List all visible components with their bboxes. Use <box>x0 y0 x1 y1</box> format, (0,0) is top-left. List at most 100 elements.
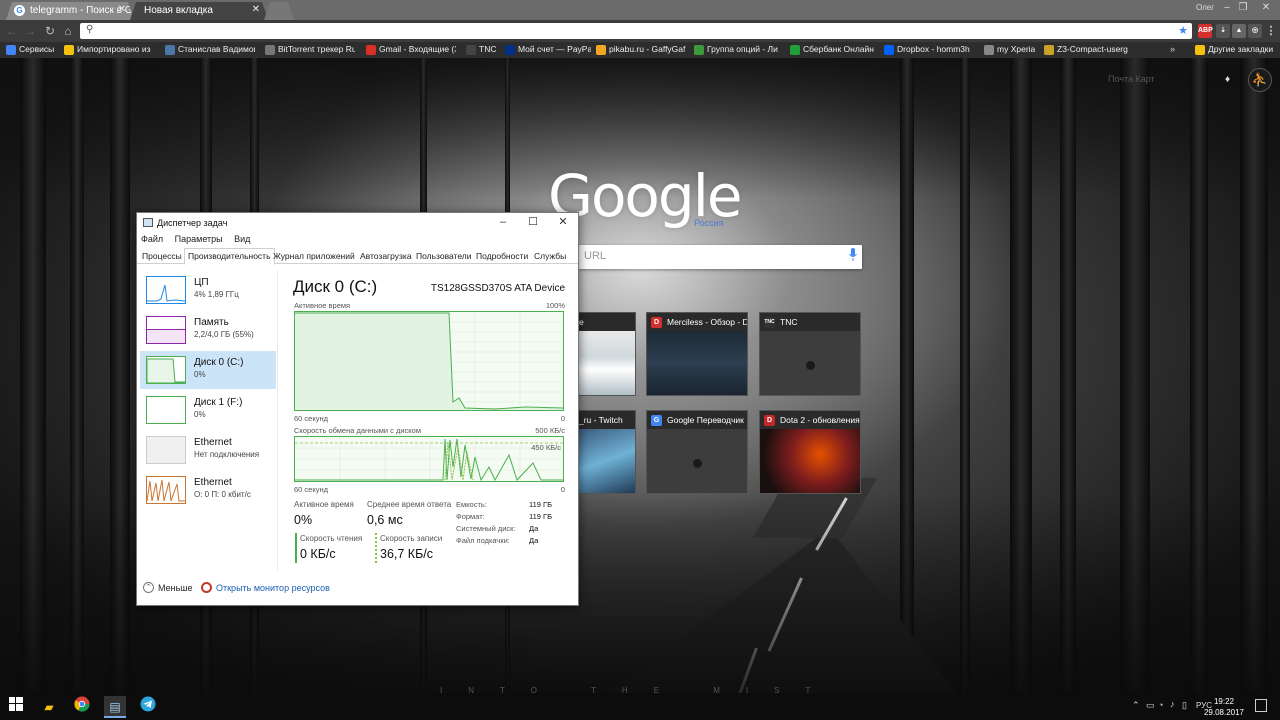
back-icon[interactable]: ← <box>4 23 20 39</box>
disk-model: TS128GSSD370S ATA Device <box>430 283 565 294</box>
notification-center-icon[interactable] <box>1255 699 1267 712</box>
ethernet2-mini-graph <box>146 476 186 504</box>
tab-users[interactable]: Пользователи <box>413 250 474 264</box>
most-visited-tile[interactable]: G Google Переводчик <box>646 410 748 494</box>
bookmark-options-group[interactable]: Группа опций - Ли <box>694 44 780 57</box>
maximize-icon[interactable]: ☐ <box>519 214 547 230</box>
resource-value: 2,2/4,0 ГБ (55%) <box>194 330 254 339</box>
disk0-mini-graph <box>146 356 186 384</box>
tab-startup[interactable]: Автозагрузка <box>357 250 415 264</box>
resource-ethernet-2[interactable]: Ethernet О: 0 П: 0 кбит/с <box>140 471 276 509</box>
avatar[interactable]: ⛹ <box>1248 68 1272 92</box>
bookmark-z3compact[interactable]: Z3-Compact-userg <box>1044 44 1134 57</box>
maximize-icon[interactable]: ❐ <box>1236 2 1250 14</box>
resource-disk-1[interactable]: Диск 1 (F:) 0% <box>140 391 276 429</box>
forum-icon <box>1044 45 1054 55</box>
tab-telegram-search[interactable]: G telegramm - Поиск в Goo ✕ <box>6 2 134 20</box>
bookmark-other[interactable]: Другие закладки <box>1195 44 1279 57</box>
folder-icon <box>64 45 74 55</box>
minimize-icon[interactable]: – <box>489 214 517 230</box>
bookmark-services[interactable]: Сервисы <box>6 44 62 57</box>
chrome-icon[interactable] <box>71 696 93 718</box>
tab-processes[interactable]: Процессы <box>139 250 185 264</box>
bookmark-star-icon[interactable]: ★ <box>1178 24 1188 37</box>
bookmark-sberbank[interactable]: Сбербанк Онлайн <box>790 44 876 57</box>
browser-titlebar: G telegramm - Поиск в Goo ✕ Новая вкладк… <box>0 0 1280 20</box>
tile-title: Merciless - Обзор - D <box>667 317 747 327</box>
notifications-icon[interactable]: ♦ <box>1225 74 1230 85</box>
tab-app-history[interactable]: Журнал приложений <box>270 250 358 264</box>
network-icon[interactable]: ▭ <box>1146 700 1155 711</box>
tab-details[interactable]: Подробности <box>473 250 531 264</box>
address-bar[interactable]: ⚲ ★ <box>80 23 1192 39</box>
bookmark-bittorrent[interactable]: BitTorrent трекер Ru <box>265 44 355 57</box>
fewer-details-button[interactable]: ⌃ Меньше <box>143 582 193 593</box>
menu-view[interactable]: Вид <box>234 234 250 244</box>
menu-icon[interactable]: ⋮ <box>1264 24 1278 38</box>
most-visited-tile[interactable]: D Merciless - Обзор - D <box>646 312 748 396</box>
tile-title: Google Переводчик <box>667 415 744 425</box>
most-visited-tile[interactable]: e <box>574 312 636 396</box>
profile-name[interactable]: Олег <box>1196 3 1214 12</box>
download-extension-icon[interactable]: ⇣ <box>1216 24 1230 38</box>
bookmark-gmail[interactable]: Gmail - Входящие (3 <box>366 44 456 57</box>
forward-icon[interactable]: → <box>22 23 38 39</box>
tracker-icon <box>265 45 275 55</box>
clock[interactable]: 19:22 29.08.2017 <box>1202 696 1246 718</box>
telegram-icon[interactable] <box>137 696 159 718</box>
resource-ethernet-1[interactable]: Ethernet Нет подключения <box>140 431 276 469</box>
file-explorer-icon[interactable]: ▰ <box>38 696 60 718</box>
volume-icon[interactable]: ♪ <box>1170 699 1175 709</box>
minimize-icon[interactable]: – <box>1220 2 1234 14</box>
bookmark-vk[interactable]: Станислав Вадимов <box>165 44 255 57</box>
bookmark-imported[interactable]: Импортировано из <box>64 44 152 57</box>
start-button[interactable] <box>5 696 27 718</box>
tile-title: _ru - Twitch <box>579 415 623 425</box>
read-speed-value: 0 КБ/с <box>300 547 336 561</box>
resource-cpu[interactable]: ЦП 4% 1,89 ГГц <box>140 271 276 309</box>
globe-extension-icon[interactable]: ◎ <box>1248 24 1262 38</box>
menu-file[interactable]: Файл <box>141 234 163 244</box>
bookmark-paypal[interactable]: Мой счет — PayPal <box>505 44 591 57</box>
tnc-icon <box>466 45 476 55</box>
new-tab-button[interactable] <box>264 2 294 20</box>
group-icon <box>694 45 704 55</box>
sberbank-icon <box>790 45 800 55</box>
most-visited-tile[interactable]: TNC TNC <box>759 312 861 396</box>
close-tab-icon[interactable]: ✕ <box>118 4 126 15</box>
extension-icon[interactable]: ▲ <box>1232 24 1246 38</box>
tab-services[interactable]: Службы <box>531 250 569 264</box>
tab-strip: Процессы Производительность Журнал прило… <box>137 248 578 265</box>
close-tab-icon[interactable]: ✕ <box>252 4 260 15</box>
open-resource-monitor-link[interactable]: Открыть монитор ресурсов <box>201 582 330 593</box>
close-window-icon[interactable]: ✕ <box>1256 2 1276 14</box>
gmail-icon <box>366 45 376 55</box>
close-icon[interactable]: ✕ <box>549 214 577 230</box>
menu-options[interactable]: Параметры <box>175 234 223 244</box>
avg-response-label: Среднее время ответа <box>367 500 452 509</box>
reload-icon[interactable]: ↻ <box>42 23 58 39</box>
resource-disk-0[interactable]: Диск 0 (C:) 0% <box>140 351 276 389</box>
show-hidden-icons-icon[interactable]: ⌃ <box>1132 700 1140 711</box>
tile-thumbnail <box>760 331 860 395</box>
tab-performance[interactable]: Производительность <box>184 248 275 265</box>
most-visited-tile[interactable]: D Dota 2 - обновления <box>759 410 861 494</box>
home-icon[interactable]: ⌂ <box>60 23 76 39</box>
wifi-icon[interactable]: ◔ <box>1158 700 1163 710</box>
resource-memory[interactable]: Память 2,2/4,0 ГБ (55%) <box>140 311 276 349</box>
most-visited-tile[interactable]: _ru - Twitch <box>574 410 636 494</box>
capacity-value: 119 ГБ <box>529 500 553 509</box>
ntp-search-input[interactable]: URL <box>578 245 862 269</box>
battery-icon[interactable]: ▯ <box>1182 700 1187 711</box>
bookmark-dropbox[interactable]: Dropbox - homm3h <box>884 44 974 57</box>
tab-new-tab[interactable]: Новая вкладка ✕ <box>130 2 268 20</box>
bookmark-xperia[interactable]: my Xperia <box>984 44 1038 57</box>
adblock-extension-icon[interactable]: ABP <box>1198 24 1213 38</box>
pane-divider[interactable] <box>277 271 278 571</box>
ntp-top-links[interactable]: Почта Карт <box>1108 74 1155 84</box>
microphone-icon[interactable] <box>848 247 858 263</box>
bookmark-pikabu[interactable]: pikabu.ru - GaffyGaf <box>596 44 688 57</box>
task-manager-taskbar-icon[interactable]: ▤ <box>104 696 126 718</box>
bookmarks-overflow-icon[interactable]: » <box>1170 44 1175 54</box>
bookmark-tnc[interactable]: TNC <box>466 44 500 57</box>
